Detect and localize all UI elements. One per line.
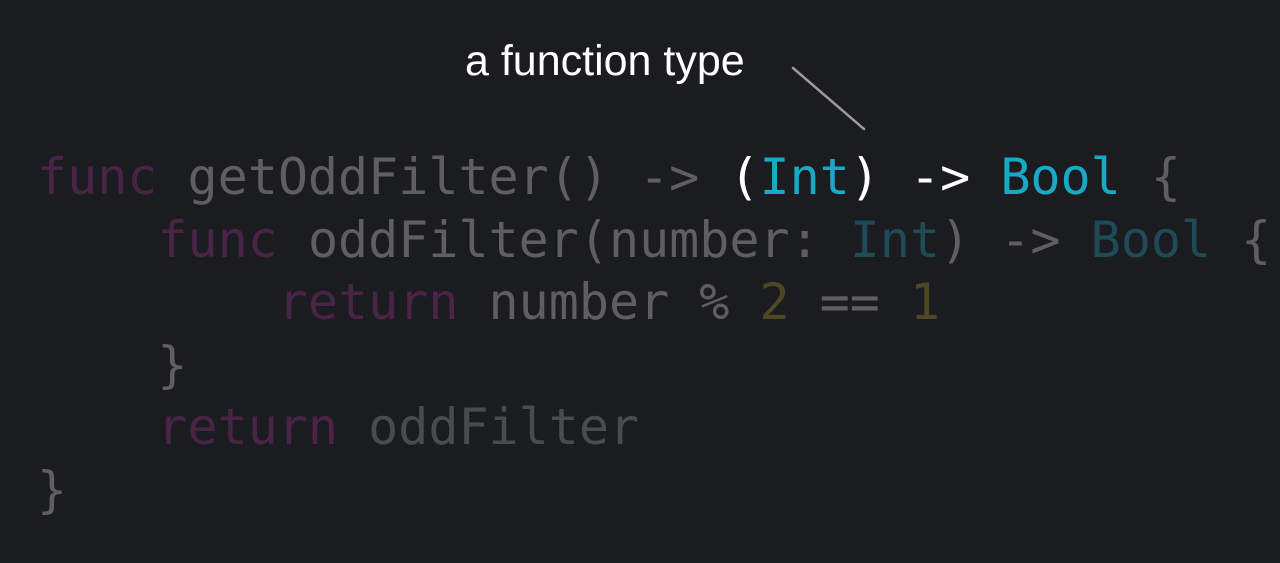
close-brace-nested: } [37, 335, 188, 394]
code-line-5: return oddFilter [37, 396, 1271, 459]
keyword-return: return [277, 273, 459, 331]
keyword-return-outer: return [157, 398, 339, 456]
keyword-func: func [37, 148, 158, 206]
function-type-arrow: ) -> [849, 148, 1001, 206]
return-arrow: ) -> [940, 210, 1091, 269]
operator-equals: == [789, 273, 911, 331]
code-line-4: } [37, 334, 1271, 397]
close-brace: } [37, 460, 68, 519]
code-line-6: } [37, 459, 1271, 522]
function-type-param-int: Int [759, 148, 850, 206]
literal-one: 1 [910, 273, 941, 331]
open-brace-nested: { [1211, 210, 1272, 269]
function-name-oddfilter: oddFilter(number: [277, 210, 850, 269]
param-type-int: Int [849, 210, 941, 269]
function-type-paren-open: ( [729, 148, 760, 206]
function-type-return-bool: Bool [1000, 148, 1121, 206]
code-block: func getOddFilter() -> (Int) -> Bool { f… [37, 146, 1271, 521]
return-value-oddfilter: oddFilter [338, 398, 640, 456]
literal-two: 2 [759, 273, 790, 331]
return-arrow-dim: -> [639, 148, 700, 206]
return-type-bool: Bool [1090, 210, 1212, 269]
open-brace: { [1120, 148, 1181, 206]
keyword-func-nested: func [157, 210, 278, 269]
code-line-3: return number % 2 == 1 [37, 271, 1271, 334]
slide: a function type func getOddFilter() -> (… [0, 0, 1280, 563]
code-line-1: func getOddFilter() -> (Int) -> Bool { [37, 146, 1271, 209]
expression-number-mod: number % [458, 273, 760, 331]
code-line-2: func oddFilter(number: Int) -> Bool { [37, 209, 1271, 272]
function-name-getoddfilter: getOddFilter() [157, 148, 640, 206]
